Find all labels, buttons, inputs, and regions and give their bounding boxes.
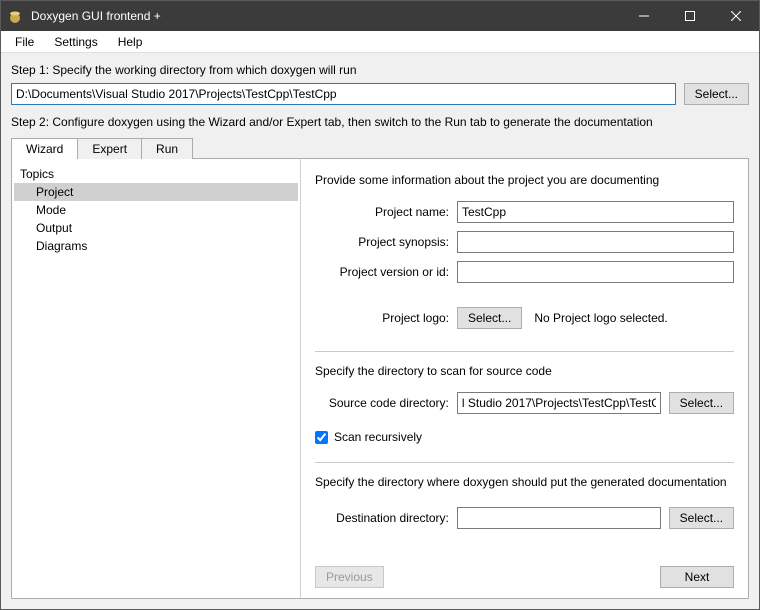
topic-mode[interactable]: Mode bbox=[14, 201, 298, 219]
dest-intro: Specify the directory where doxygen shou… bbox=[315, 475, 734, 489]
project-version-row: Project version or id: bbox=[315, 261, 734, 283]
dest-dir-select-button[interactable]: Select... bbox=[669, 507, 734, 529]
working-dir-select-button[interactable]: Select... bbox=[684, 83, 749, 105]
project-logo-row: Project logo: Select... No Project logo … bbox=[315, 307, 734, 329]
topics-header: Topics bbox=[14, 165, 298, 183]
minimize-button[interactable] bbox=[621, 1, 667, 31]
working-dir-input[interactable] bbox=[11, 83, 676, 105]
topics-panel: Topics Project Mode Output Diagrams bbox=[12, 159, 301, 598]
app-icon bbox=[7, 8, 23, 24]
intro-text: Provide some information about the proje… bbox=[315, 173, 734, 187]
project-logo-select-button[interactable]: Select... bbox=[457, 307, 522, 329]
dest-dir-row: Destination directory: Select... bbox=[315, 507, 734, 529]
topic-output[interactable]: Output bbox=[14, 219, 298, 237]
working-dir-row: Select... bbox=[11, 83, 749, 105]
project-synopsis-input[interactable] bbox=[457, 231, 734, 253]
menu-settings[interactable]: Settings bbox=[44, 33, 107, 51]
tab-expert[interactable]: Expert bbox=[78, 138, 142, 159]
project-version-input[interactable] bbox=[457, 261, 734, 283]
titlebar: Doxygen GUI frontend + bbox=[1, 1, 759, 31]
scan-intro: Specify the directory to scan for source… bbox=[315, 364, 734, 378]
divider-1 bbox=[315, 351, 734, 352]
divider-2 bbox=[315, 462, 734, 463]
project-synopsis-label: Project synopsis: bbox=[315, 235, 457, 249]
app-window: Doxygen GUI frontend + File Settings Hel… bbox=[0, 0, 760, 610]
tab-wizard[interactable]: Wizard bbox=[11, 138, 78, 159]
previous-button[interactable]: Previous bbox=[315, 566, 384, 588]
menu-file[interactable]: File bbox=[5, 33, 44, 51]
tab-bar: Wizard Expert Run bbox=[11, 137, 749, 158]
window-title: Doxygen GUI frontend + bbox=[31, 9, 621, 23]
topics-list: Project Mode Output Diagrams bbox=[14, 183, 298, 255]
project-name-row: Project name: bbox=[315, 201, 734, 223]
scan-recursive-label: Scan recursively bbox=[334, 430, 422, 444]
source-dir-row: Source code directory: Select... bbox=[315, 392, 734, 414]
content-area: Step 1: Specify the working directory fr… bbox=[1, 53, 759, 609]
panel-container: Topics Project Mode Output Diagrams Prov… bbox=[11, 158, 749, 599]
step2-label: Step 2: Configure doxygen using the Wiza… bbox=[11, 115, 749, 129]
topic-diagrams[interactable]: Diagrams bbox=[14, 237, 298, 255]
menu-help[interactable]: Help bbox=[108, 33, 153, 51]
project-name-input[interactable] bbox=[457, 201, 734, 223]
tab-run[interactable]: Run bbox=[142, 138, 193, 159]
next-button[interactable]: Next bbox=[660, 566, 734, 588]
close-button[interactable] bbox=[713, 1, 759, 31]
source-dir-select-button[interactable]: Select... bbox=[669, 392, 734, 414]
scan-recursive-row[interactable]: Scan recursively bbox=[315, 430, 734, 444]
scan-recursive-checkbox[interactable] bbox=[315, 431, 328, 444]
source-dir-label: Source code directory: bbox=[315, 396, 457, 410]
project-logo-label: Project logo: bbox=[315, 311, 457, 325]
menubar: File Settings Help bbox=[1, 31, 759, 53]
project-name-label: Project name: bbox=[315, 205, 457, 219]
nav-row: Previous Next bbox=[315, 554, 734, 588]
project-logo-status: No Project logo selected. bbox=[534, 311, 667, 325]
source-dir-input[interactable] bbox=[457, 392, 661, 414]
topic-project[interactable]: Project bbox=[14, 183, 298, 201]
dest-dir-input[interactable] bbox=[457, 507, 661, 529]
project-version-label: Project version or id: bbox=[315, 265, 457, 279]
maximize-button[interactable] bbox=[667, 1, 713, 31]
window-controls bbox=[621, 1, 759, 31]
dest-dir-label: Destination directory: bbox=[315, 511, 457, 525]
project-synopsis-row: Project synopsis: bbox=[315, 231, 734, 253]
form-panel: Provide some information about the proje… bbox=[301, 159, 748, 598]
step1-label: Step 1: Specify the working directory fr… bbox=[11, 63, 749, 77]
